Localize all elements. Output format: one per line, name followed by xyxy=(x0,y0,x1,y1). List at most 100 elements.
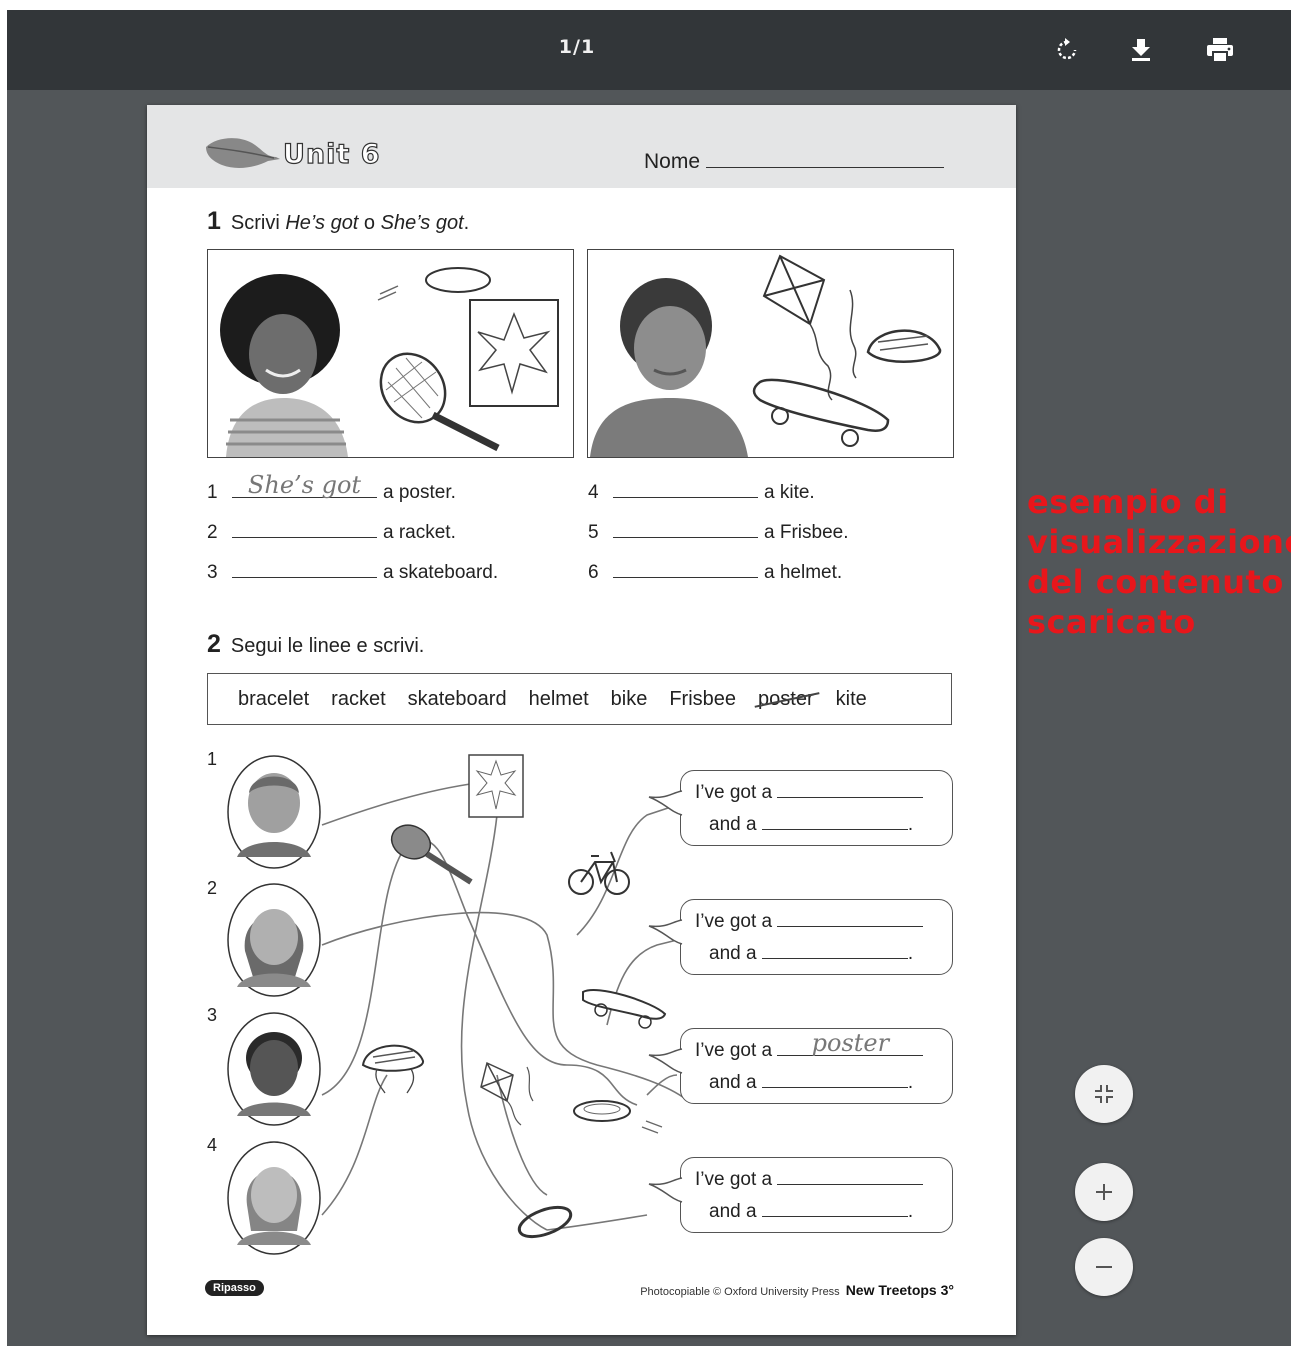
download-button[interactable] xyxy=(1121,30,1161,70)
answer-blank[interactable] xyxy=(613,479,758,498)
handwritten-answer: poster xyxy=(811,1029,890,1057)
exercise1-instruction-mid: o xyxy=(358,212,381,234)
kid-number-2: 2 xyxy=(207,878,218,898)
page-counter: 1/1 xyxy=(558,36,596,58)
zoom-out-button[interactable] xyxy=(1075,1238,1133,1296)
answer-blank[interactable] xyxy=(777,1166,924,1185)
sentence-6: 6 a helmet. xyxy=(588,559,842,584)
bubble-line-1: I’ve got a xyxy=(695,779,924,804)
unit-title: Unit 6 xyxy=(282,138,381,170)
kid-portrait-1 xyxy=(227,755,321,869)
bubble-line-2: and a . xyxy=(709,811,913,836)
sentence-text: a racket. xyxy=(383,522,456,543)
exercise1-number: 1 xyxy=(207,207,221,235)
bubble-line-1: I’ve got a xyxy=(695,1166,924,1191)
bubble-text: and a xyxy=(709,1201,757,1222)
answer-blank[interactable] xyxy=(232,519,377,538)
word-bank: bracelet racket skateboard helmet bike F… xyxy=(207,673,952,725)
bubble-tail xyxy=(648,1048,683,1074)
bubble-text: and a xyxy=(709,943,757,964)
word-racket: racket xyxy=(331,687,386,710)
rotate-button[interactable] xyxy=(1047,30,1087,70)
book-title: New Treetops 3° xyxy=(845,1282,954,1298)
bubble-period: . xyxy=(907,1072,914,1093)
copyright-text: Photocopiable © Oxford University Press xyxy=(640,1286,840,1298)
kid-portrait-4 xyxy=(227,1141,321,1255)
fit-page-button[interactable] xyxy=(1075,1065,1133,1123)
bubble-tail xyxy=(648,919,683,945)
bubble-period: . xyxy=(907,1201,914,1222)
exercise2-number: 2 xyxy=(207,630,221,658)
racket-icon xyxy=(390,824,473,885)
name-field: Nome xyxy=(644,150,945,174)
answer-blank[interactable] xyxy=(613,559,758,578)
answer-blank[interactable] xyxy=(761,940,908,959)
girl-picture xyxy=(207,249,574,458)
kid-portrait-3 xyxy=(227,1012,321,1126)
sentence-number: 5 xyxy=(588,522,599,543)
kid-number-4: 4 xyxy=(207,1135,218,1155)
sentence-number: 4 xyxy=(588,482,599,503)
boy-illustration xyxy=(590,254,942,457)
word-poster-struck: poster xyxy=(758,687,814,710)
bubble-line-2: and a . xyxy=(709,1069,913,1094)
viewer-toolbar: 1/1 xyxy=(7,10,1291,90)
poster-icon xyxy=(468,754,524,818)
bubble-text: I’ve got a xyxy=(695,1169,773,1190)
zoom-out-icon xyxy=(1096,1266,1112,1268)
exercise1-instruction-a: He’s got xyxy=(285,212,359,234)
sentence-text: a kite. xyxy=(764,482,815,503)
girl-illustration xyxy=(220,267,559,457)
sentence-3: 3 a skateboard. xyxy=(207,559,498,584)
speech-bubble-4: I’ve got a and a . xyxy=(648,1157,953,1233)
bubble-text: and a xyxy=(709,1072,757,1093)
answer-blank[interactable] xyxy=(613,519,758,538)
answer-blank[interactable] xyxy=(777,779,924,798)
name-label: Nome xyxy=(644,150,701,173)
answer-blank[interactable] xyxy=(761,1198,908,1217)
answer-blank[interactable]: poster xyxy=(777,1029,924,1057)
worksheet-page: Unit 6 Nome 1 Scrivi He’s got o She’s got… xyxy=(147,105,1016,1335)
word-frisbee: Frisbee xyxy=(669,687,737,710)
print-button[interactable] xyxy=(1200,30,1240,70)
answer-blank[interactable] xyxy=(232,559,377,578)
bubble-text: and a xyxy=(709,814,757,835)
name-line xyxy=(706,167,945,168)
bubble-tail xyxy=(648,1177,683,1203)
sentence-1: 1 She’s got a poster. xyxy=(207,471,456,504)
sentence-2: 2 a racket. xyxy=(207,519,456,544)
speech-bubble-1: I’ve got a and a . xyxy=(648,770,953,846)
fit-icon xyxy=(1095,1085,1113,1103)
boy-picture xyxy=(587,249,954,458)
zoom-in-icon xyxy=(1096,1184,1112,1200)
word-helmet: helmet xyxy=(528,687,589,710)
print-icon xyxy=(1207,38,1233,63)
download-icon xyxy=(1132,39,1150,61)
sentence-4: 4 a kite. xyxy=(588,479,815,504)
kite-icon xyxy=(480,1061,534,1126)
exercise1-title: 1 Scrivi He’s got o She’s got. xyxy=(207,207,469,236)
page-footer: Photocopiable © Oxford University Press N… xyxy=(640,1282,954,1298)
bubble-text: I’ve got a xyxy=(695,782,773,803)
sentence-text: a poster. xyxy=(383,482,456,503)
answer-blank[interactable] xyxy=(777,908,924,927)
answer-blank[interactable] xyxy=(761,1069,908,1088)
exercise2-title: 2 Segui le linee e scrivi. xyxy=(207,630,424,659)
helmet-icon xyxy=(361,1044,424,1094)
answer-blank[interactable]: She’s got xyxy=(232,471,377,499)
kid-portrait-2 xyxy=(227,883,321,997)
sentence-text: a Frisbee. xyxy=(764,522,849,543)
answer-blank[interactable] xyxy=(761,811,908,830)
sentence-text: a skateboard. xyxy=(383,562,499,583)
handwritten-answer: She’s got xyxy=(247,471,362,499)
word-skateboard: skateboard xyxy=(407,687,507,710)
bubble-line-1: I’ve got a xyxy=(695,908,924,933)
word-bracelet: bracelet xyxy=(238,687,310,710)
bubble-line-2: and a . xyxy=(709,1198,913,1223)
bubble-line-2: and a . xyxy=(709,940,913,965)
review-badge: Ripasso xyxy=(205,1280,264,1296)
worksheet-header: Unit 6 Nome xyxy=(147,105,1016,188)
frisbee-icon xyxy=(573,1100,663,1134)
sentence-text: a helmet. xyxy=(764,562,843,583)
zoom-in-button[interactable] xyxy=(1075,1163,1133,1221)
